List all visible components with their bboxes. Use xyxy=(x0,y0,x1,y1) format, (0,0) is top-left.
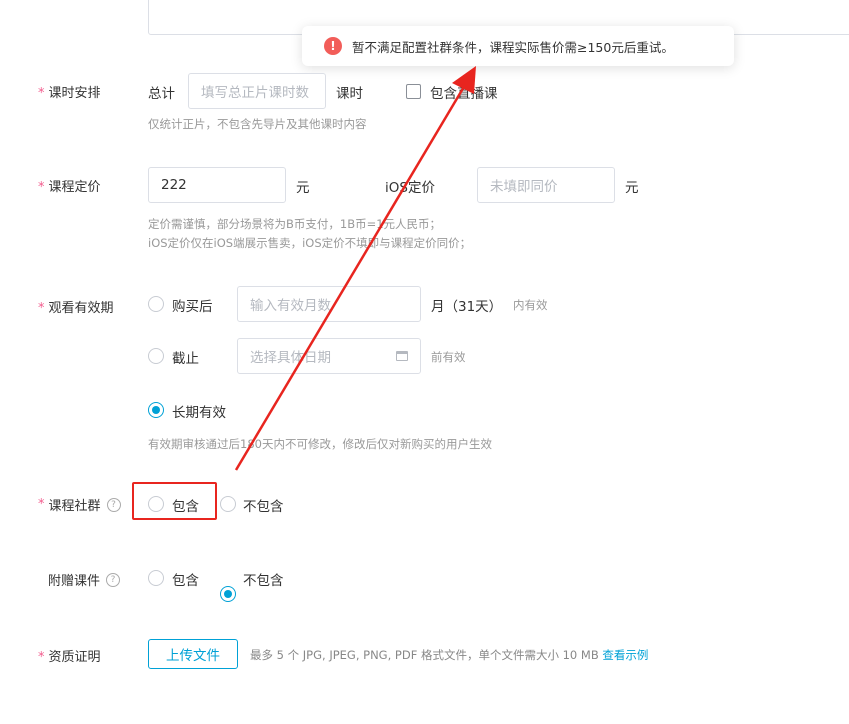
price-value: 222 xyxy=(161,177,187,193)
validity-months-placeholder: 输入有效月数 xyxy=(250,298,331,314)
required-mark: * xyxy=(38,301,45,316)
validity-until-label[interactable]: 截止 xyxy=(172,347,199,367)
validity-label: * 观看有效期 xyxy=(38,297,114,316)
pricing-hint-line1: 定价需谨慎，部分场景将为B币支付，1B币=1元人民币； xyxy=(148,217,442,231)
schedule-label: * 课时安排 xyxy=(38,82,101,101)
validity-date-suffix: 前有效 xyxy=(431,350,466,364)
schedule-total-prefix: 总计 xyxy=(148,86,175,102)
error-icon: ! xyxy=(324,37,342,55)
toast-message: 暂不满足配置社群条件，课程实际售价需≥150元后重试。 xyxy=(352,39,674,55)
price-input[interactable]: 222 xyxy=(148,167,286,203)
include-live-checkbox[interactable] xyxy=(406,84,421,99)
community-include-radio[interactable] xyxy=(148,496,164,512)
ios-price-label: iOS定价 xyxy=(385,180,435,196)
ios-price-input[interactable]: 未填即同价 xyxy=(477,167,615,203)
lesson-count-placeholder: 填写总正片课时数 xyxy=(201,85,309,101)
validity-permanent-radio[interactable] xyxy=(148,402,164,418)
validity-permanent-label[interactable]: 长期有效 xyxy=(172,401,226,421)
courseware-label: 附赠课件 ? xyxy=(48,570,121,589)
schedule-label-text: 课时安排 xyxy=(48,86,101,101)
error-toast: ! 暂不满足配置社群条件，课程实际售价需≥150元后重试。 xyxy=(302,26,734,66)
validity-months-suffix: 内有效 xyxy=(513,298,548,312)
required-mark: * xyxy=(38,497,45,512)
validity-until-radio[interactable] xyxy=(148,348,164,364)
community-label: * 课程社群 ? xyxy=(38,495,121,514)
help-icon[interactable]: ? xyxy=(106,572,121,587)
schedule-unit: 课时 xyxy=(336,86,363,102)
courseware-include-radio[interactable] xyxy=(148,570,164,586)
validity-after-purchase-radio[interactable] xyxy=(148,296,164,312)
annotation-arrow xyxy=(234,66,476,471)
upload-file-button[interactable]: 上传文件 xyxy=(148,639,238,669)
annotation-arrow-line xyxy=(234,79,470,471)
validity-date-picker[interactable]: 选择具体日期 xyxy=(237,338,421,374)
validity-hint: 有效期审核通过后180天内不可修改，修改后仅对新购买的用户生效 xyxy=(148,437,492,451)
courseware-include-label[interactable]: 包含 xyxy=(172,569,199,589)
community-exclude-label[interactable]: 不包含 xyxy=(243,495,284,515)
qualification-label-text: 资质证明 xyxy=(48,650,101,665)
calendar-icon xyxy=(396,351,408,361)
pricing-label: * 课程定价 xyxy=(38,176,101,195)
schedule-hint: 仅统计正片，不包含先导片及其他课时内容 xyxy=(148,117,367,131)
ios-price-currency: 元 xyxy=(625,180,639,196)
courseware-exclude-radio[interactable] xyxy=(220,586,236,602)
courseware-label-text: 附赠课件 xyxy=(48,574,101,589)
lesson-count-input[interactable]: 填写总正片课时数 xyxy=(188,73,326,109)
include-live-label[interactable]: 包含直播课 xyxy=(430,82,498,102)
price-currency: 元 xyxy=(296,180,310,196)
required-mark: * xyxy=(38,650,45,665)
validity-after-purchase-label[interactable]: 购买后 xyxy=(172,295,213,315)
validity-months-unit: 月（31天） xyxy=(431,299,503,315)
pricing-hint-line2: iOS定价仅在iOS端展示售卖，iOS定价不填即与课程定价同价； xyxy=(148,236,472,250)
required-mark: * xyxy=(38,86,45,101)
view-example-link[interactable]: 查看示例 xyxy=(602,648,648,662)
community-exclude-radio[interactable] xyxy=(220,496,236,512)
ios-price-placeholder: 未填即同价 xyxy=(490,179,558,195)
help-icon[interactable]: ? xyxy=(106,497,121,512)
validity-months-input[interactable]: 输入有效月数 xyxy=(237,286,421,322)
community-label-text: 课程社群 xyxy=(48,499,101,514)
qualification-hint-text: 最多 5 个 JPG, JPEG, PNG, PDF 格式文件，单个文件需大小 … xyxy=(250,648,599,662)
qualification-label: * 资质证明 xyxy=(38,646,101,665)
courseware-exclude-label[interactable]: 不包含 xyxy=(243,569,284,589)
community-include-label[interactable]: 包含 xyxy=(172,495,199,515)
qualification-hint: 最多 5 个 JPG, JPEG, PNG, PDF 格式文件，单个文件需大小 … xyxy=(250,647,648,663)
pricing-label-text: 课程定价 xyxy=(48,180,101,195)
required-mark: * xyxy=(38,180,45,195)
validity-date-placeholder: 选择具体日期 xyxy=(250,350,331,366)
validity-label-text: 观看有效期 xyxy=(48,301,114,316)
